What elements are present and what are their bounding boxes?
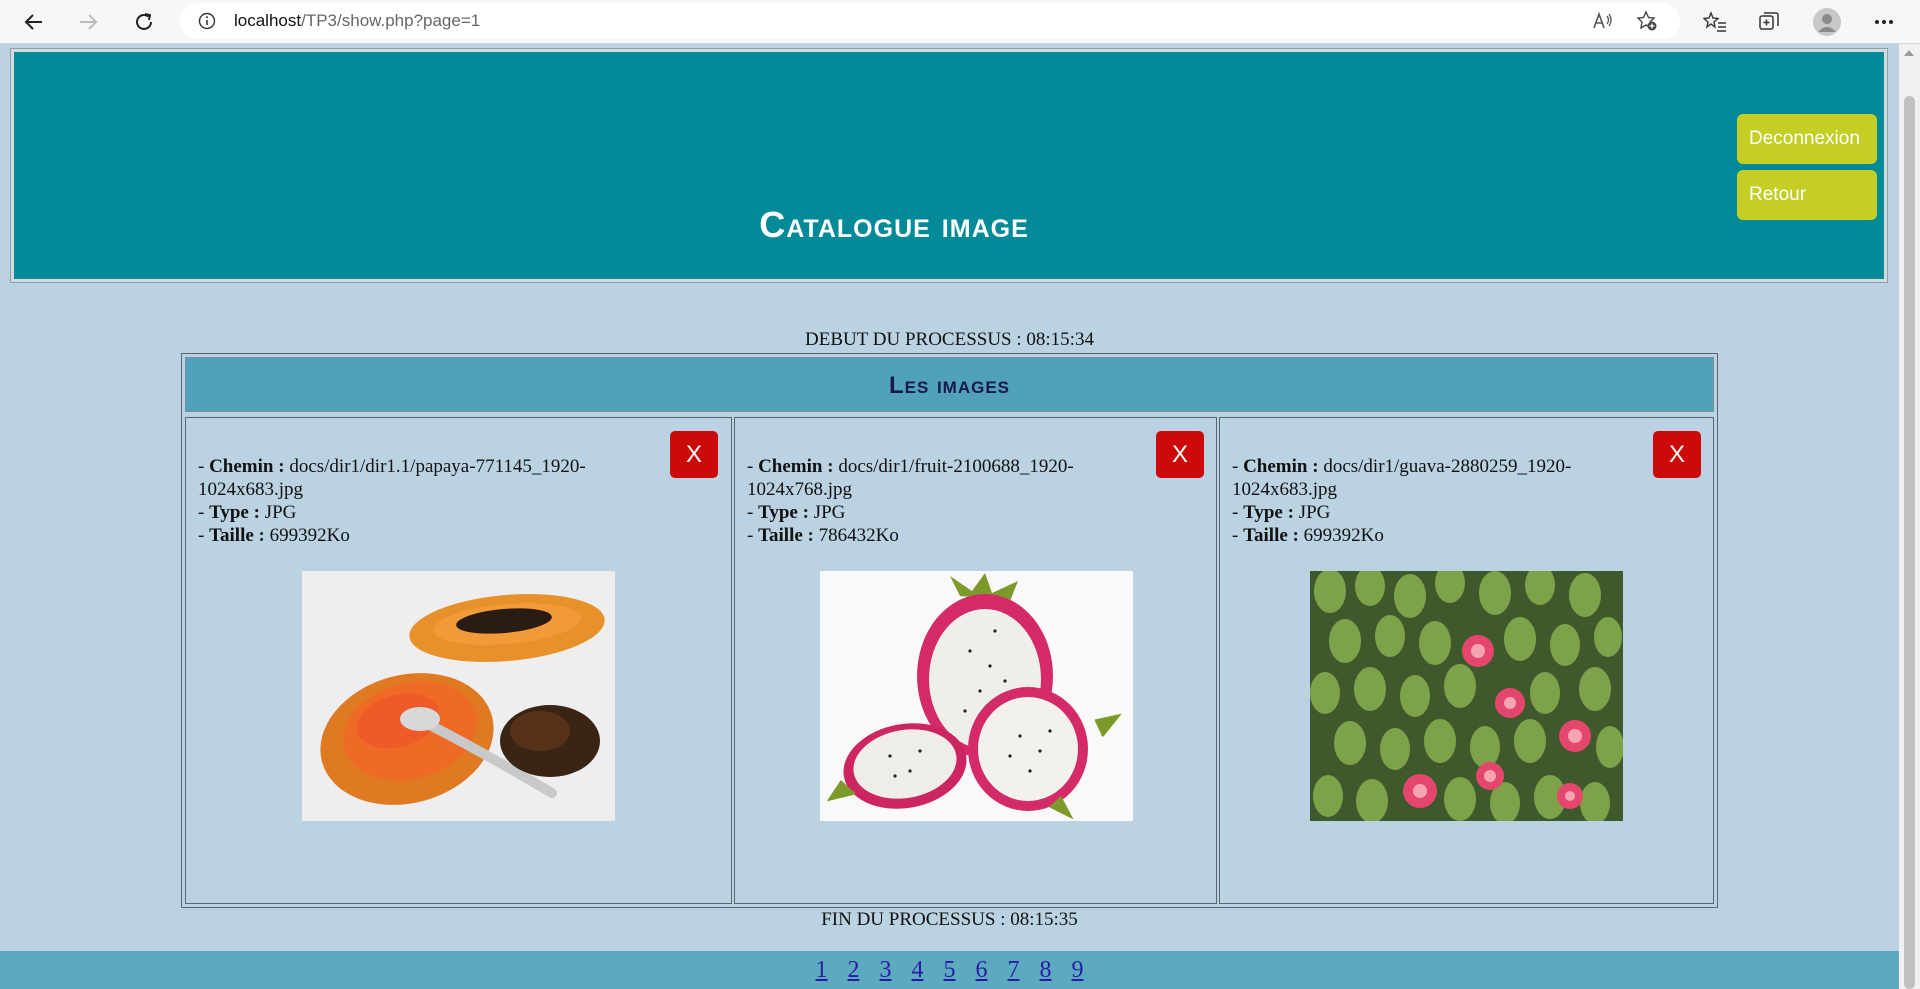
add-favorite-icon[interactable] — [1634, 9, 1660, 33]
forward-arrow-icon[interactable] — [72, 6, 104, 38]
page-title: Catalogue image — [759, 204, 1029, 245]
browser-toolbar: localhost/TP3/show.php?page=1 — [0, 0, 1920, 44]
image-type: JPG — [813, 502, 846, 523]
table-title: Les images — [185, 357, 1714, 412]
page-link-5[interactable]: 5 — [944, 951, 956, 989]
image-size: 786432Ko — [818, 525, 899, 546]
back-arrow-icon[interactable] — [18, 6, 50, 38]
image-info: - Chemin : docs/dir1/fruit-2100688_1920-… — [747, 456, 1074, 546]
page-link-1[interactable]: 1 — [816, 951, 828, 989]
delete-image-button[interactable]: X — [670, 431, 718, 478]
image-card: - Chemin : docs/dir1/dir1.1/papaya-77114… — [185, 417, 732, 904]
page-link-3[interactable]: 3 — [880, 951, 892, 989]
image-info: - Chemin : docs/dir1/dir1.1/papaya-77114… — [198, 456, 586, 546]
profile-avatar-icon[interactable] — [1811, 6, 1843, 38]
page-link-9[interactable]: 9 — [1072, 951, 1084, 989]
favorites-icon[interactable] — [1699, 6, 1731, 38]
image-card: - Chemin : docs/dir1/fruit-2100688_1920-… — [734, 417, 1217, 904]
page-link-7[interactable]: 7 — [1008, 951, 1020, 989]
read-aloud-icon[interactable] — [1590, 9, 1616, 33]
page-header: Catalogue image — [10, 48, 1888, 283]
scroll-thumb[interactable] — [1904, 96, 1915, 989]
image-table: Les images - Chemin : docs/dir1/dir1.1/p… — [181, 353, 1718, 908]
image-info: - Chemin : docs/dir1/guava-2880259_1920-… — [1232, 456, 1572, 546]
site-info-icon[interactable] — [198, 12, 216, 35]
page-link-6[interactable]: 6 — [976, 951, 988, 989]
process-start-text: DEBUT DU PROCESSUS : 08:15:34 — [805, 329, 1094, 350]
page-link-8[interactable]: 8 — [1040, 951, 1052, 989]
papaya-image[interactable] — [302, 571, 615, 821]
page-link-2[interactable]: 2 — [848, 951, 860, 989]
guava-image[interactable] — [1310, 571, 1623, 821]
pagination: 1 2 3 4 5 6 7 8 9 — [0, 951, 1899, 989]
delete-image-button[interactable]: X — [1156, 431, 1204, 478]
process-end-text: FIN DU PROCESSUS : 08:15:35 — [821, 909, 1078, 930]
image-card: - Chemin : docs/dir1/guava-2880259_1920-… — [1219, 417, 1714, 904]
image-size: 699392Ko — [1303, 525, 1384, 546]
scroll-up-arrow-icon[interactable] — [1904, 50, 1914, 56]
pagination-bar: 1 2 3 4 5 6 7 8 9 — [0, 951, 1899, 989]
refresh-icon[interactable] — [128, 6, 160, 38]
address-url: localhost/TP3/show.php?page=1 — [234, 11, 481, 30]
image-size: 699392Ko — [269, 525, 350, 546]
delete-image-button[interactable]: X — [1653, 431, 1701, 478]
collections-icon[interactable] — [1753, 6, 1785, 38]
dragon-fruit-image[interactable] — [820, 571, 1133, 821]
more-options-icon[interactable] — [1868, 6, 1900, 38]
page-link-4[interactable]: 4 — [912, 951, 924, 989]
address-bar[interactable]: localhost/TP3/show.php?page=1 — [180, 3, 1680, 39]
back-button[interactable]: Retour — [1737, 170, 1877, 220]
logout-button[interactable]: Deconnexion — [1737, 114, 1877, 164]
image-type: JPG — [1298, 502, 1331, 523]
image-type: JPG — [264, 502, 297, 523]
